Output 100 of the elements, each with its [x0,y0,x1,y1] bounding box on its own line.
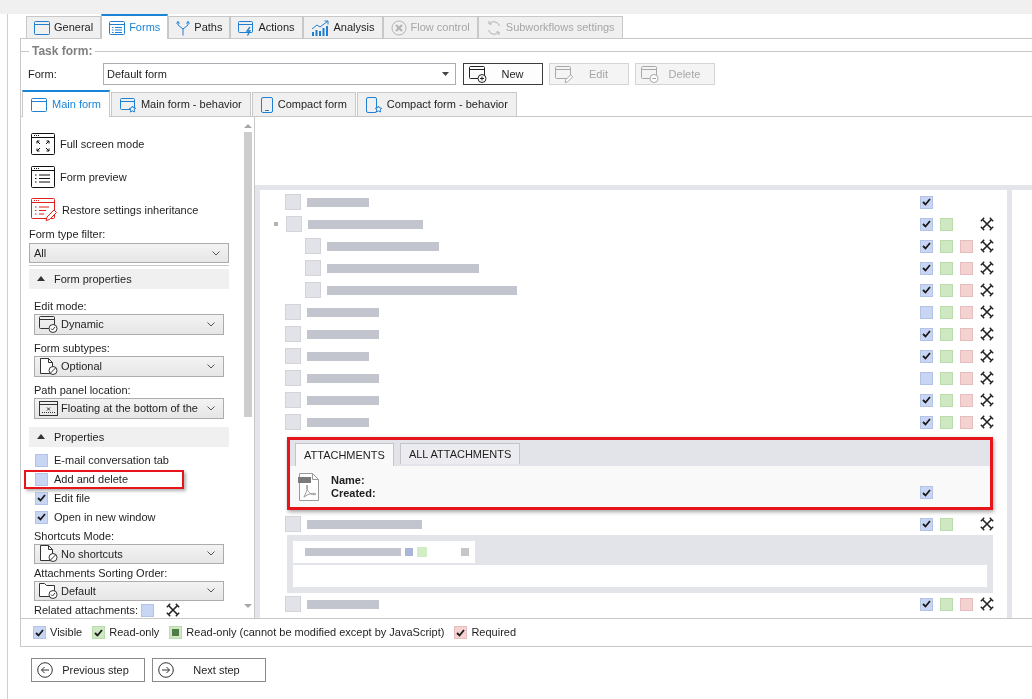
read-only-checkbox[interactable] [940,327,953,341]
read-only-checkbox[interactable] [940,415,953,429]
new-button[interactable]: New [463,63,543,85]
read-only-checkbox[interactable] [940,239,953,253]
checkbox-label: Add and delete [54,472,128,488]
read-only-checkbox[interactable] [940,517,953,531]
scrollbar-thumb[interactable] [243,132,252,417]
visible-checkbox[interactable] [920,195,933,209]
tab[interactable]: Forms [101,14,169,39]
dropdown[interactable]: Optional [34,356,224,377]
check-icon [922,264,931,272]
required-checkbox[interactable] [960,393,973,407]
tab[interactable]: General [26,16,102,38]
required-checkbox[interactable] [960,597,973,611]
checkbox[interactable] [35,473,48,486]
blurred-text [307,197,369,207]
blurred-icon [285,348,301,364]
tab[interactable]: Compact form - behavior [356,92,517,116]
dropdown[interactable]: Dynamic [34,314,224,335]
check-icon [922,330,931,338]
chevron-down-icon [207,364,215,369]
list-window-icon [109,19,126,36]
required-checkbox[interactable] [960,327,973,341]
required-checkbox[interactable] [960,415,973,429]
tab[interactable]: ATTACHMENTS [295,443,394,466]
form-dropdown[interactable]: Default form [103,63,456,85]
next-step-button[interactable]: Next step [152,658,266,682]
caret-down-icon [442,72,449,76]
read-only-checkbox[interactable] [940,597,953,611]
blurred-text [307,329,379,339]
check-icon [922,600,931,608]
visible-checkbox[interactable] [920,305,933,319]
dropdown[interactable]: No shortcuts [34,544,224,564]
bar-chart-icon [310,19,330,36]
dropdown[interactable]: Floating at the bottom of the [34,398,224,419]
read-only-checkbox[interactable] [940,283,953,297]
visible-checkbox[interactable] [920,597,933,611]
required-checkbox[interactable] [960,239,973,253]
scroll-down-icon [243,604,252,608]
checkbox[interactable] [35,492,48,505]
tab[interactable]: Analysis [302,16,383,38]
read-only-checkbox[interactable] [940,371,953,385]
legend-label: Read-only [109,625,160,641]
blurred-text [307,351,369,361]
read-only-checkbox[interactable] [940,305,953,319]
check-icon [922,352,931,360]
tab[interactable]: Actions [230,16,303,38]
checkbox[interactable] [35,511,48,524]
tab[interactable]: Compact form [251,92,356,116]
visible-checkbox[interactable] [920,393,933,407]
dropdown[interactable]: Default [34,581,224,601]
blurred-icon [461,548,469,556]
read-only-checkbox[interactable] [940,349,953,363]
visible-checkbox[interactable] [920,486,933,499]
read-only-checkbox[interactable] [940,393,953,407]
legend-label: Read-only (cannot be modified except by JavaScript) [186,625,445,641]
action-link[interactable]: Form preview [60,168,127,186]
visible-checkbox[interactable] [920,283,933,297]
star-window-icon [119,96,136,113]
chevron-down-icon [207,322,215,327]
required-checkbox[interactable] [960,261,973,275]
visible-checkbox[interactable] [920,349,933,363]
visible-checkbox[interactable] [920,239,933,253]
read-only-checkbox[interactable] [940,261,953,275]
blurred-text [307,599,379,609]
action-link[interactable]: Restore settings inheritance [62,201,199,219]
group-title: Task form: [31,43,94,60]
visible-checkbox[interactable] [141,604,154,617]
required-checkbox[interactable] [960,283,973,297]
section-header[interactable]: Properties [29,427,229,447]
visible-checkbox[interactable] [920,217,933,231]
visible-checkbox[interactable] [920,261,933,275]
previous-step-button[interactable]: Previous step [31,658,145,682]
blurred-text [307,395,379,405]
filter-dropdown[interactable]: All [29,243,229,263]
fullscreen-icon [31,133,55,156]
required-checkbox[interactable] [960,349,973,363]
check-icon [922,520,931,528]
tab[interactable]: Paths [168,16,231,38]
visible-checkbox[interactable] [920,371,933,385]
read-only-checkbox[interactable] [940,217,953,231]
required-checkbox[interactable] [960,305,973,319]
field-label: Related attachments: [34,603,139,619]
tab[interactable]: Main form - behavior [110,92,251,116]
blurred-text [307,417,369,427]
visible-checkbox[interactable] [920,327,933,341]
visible-checkbox[interactable] [920,415,933,429]
section-header[interactable]: Form properties [29,269,229,289]
blurred-icon [285,370,301,386]
plus-window-icon [469,65,487,83]
legend-label: Required [471,625,517,641]
blurred-icon [305,282,321,298]
tab[interactable]: Main form [22,90,110,117]
visible-checkbox[interactable] [920,517,933,531]
chevron-down-icon [212,250,220,256]
tab[interactable]: ALL ATTACHMENTS [399,443,521,464]
action-link[interactable]: Full screen mode [60,136,145,153]
required-checkbox[interactable] [960,371,973,385]
checkbox[interactable] [35,454,48,467]
check-icon [37,513,46,522]
